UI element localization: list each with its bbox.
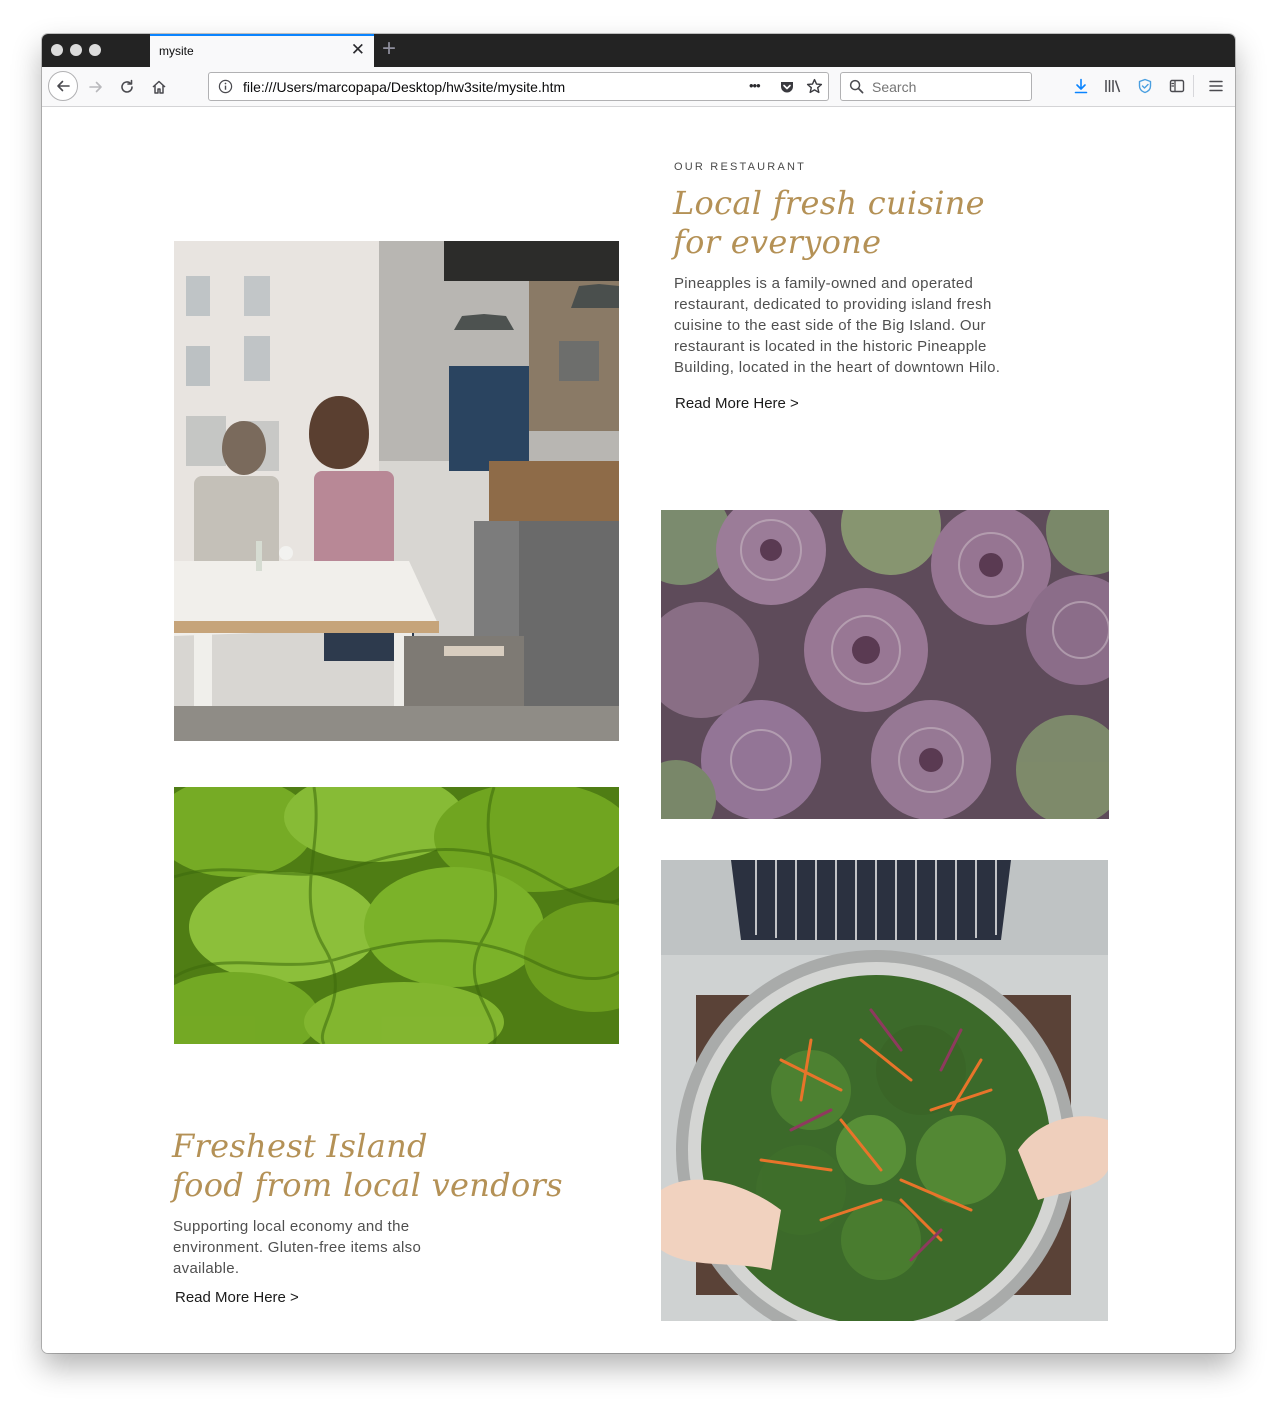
search-input[interactable] [872, 79, 1022, 95]
back-icon [57, 80, 70, 92]
search-bar[interactable] [840, 72, 1032, 101]
home-button[interactable] [145, 73, 173, 101]
back-button[interactable] [48, 71, 78, 101]
window-minimize-dot[interactable] [70, 44, 82, 56]
vendors-body: Supporting local economy and the environ… [173, 1218, 422, 1277]
reload-button[interactable] [113, 73, 141, 101]
section-eyebrow: OUR RESTAURANT [674, 161, 807, 173]
hamburger-menu-icon[interactable] [1206, 76, 1226, 96]
pocket-icon[interactable] [779, 79, 795, 95]
page-actions-button[interactable]: ••• [749, 78, 761, 93]
new-tab-button[interactable]: + [382, 37, 396, 61]
page-content: OUR RESTAURANT Local fresh cuisine for e… [42, 107, 1235, 1353]
tab-strip: mysite ✕ + [42, 34, 1235, 67]
intro-heading-line1: Local fresh cuisine [673, 184, 985, 222]
close-icon[interactable]: ✕ [351, 40, 365, 60]
bookmark-star-icon[interactable] [806, 78, 823, 95]
navigation-toolbar: file:///Users/marcopapa/Desktop/hw3site/… [42, 67, 1235, 107]
reload-icon [121, 79, 133, 93]
intro-heading: Local fresh cuisine for everyone [673, 184, 985, 262]
vendors-heading-line1: Freshest Island [172, 1127, 428, 1165]
download-icon[interactable] [1071, 76, 1091, 96]
intro-body: Pineapples is a family-owned and operate… [674, 275, 1001, 376]
window-zoom-dot[interactable] [89, 44, 101, 56]
cafe-interior-photo [174, 241, 619, 741]
artichokes-photo [661, 510, 1109, 819]
vendors-heading: Freshest Island food from local vendors [172, 1127, 563, 1205]
browser-window: mysite ✕ + file:///Users/marcopapa/Deskt… [42, 34, 1235, 1353]
home-icon [152, 80, 166, 94]
vendors-heading-line2: food from local vendors [172, 1166, 563, 1204]
tab-mysite[interactable]: mysite ✕ [150, 34, 374, 67]
url-text[interactable]: file:///Users/marcopapa/Desktop/hw3site/… [243, 79, 565, 95]
info-icon[interactable] [218, 79, 233, 94]
intro-read-more-link[interactable]: Read More Here > [675, 395, 799, 412]
forward-icon [89, 81, 102, 93]
library-icon[interactable] [1103, 76, 1123, 96]
shield-icon[interactable] [1135, 76, 1155, 96]
kale-salad-bowl-photo [661, 860, 1108, 1321]
url-bar[interactable]: file:///Users/marcopapa/Desktop/hw3site/… [208, 72, 829, 101]
intro-heading-line2: for everyone [673, 223, 882, 261]
forward-button[interactable] [82, 73, 110, 101]
vendors-read-more-link[interactable]: Read More Here > [175, 1289, 299, 1306]
sidebar-icon[interactable] [1167, 76, 1187, 96]
lettuce-photo [174, 787, 619, 1044]
search-icon [849, 79, 864, 94]
window-close-dot[interactable] [51, 44, 63, 56]
tab-title: mysite [159, 44, 194, 58]
toolbar-separator [1193, 75, 1194, 97]
